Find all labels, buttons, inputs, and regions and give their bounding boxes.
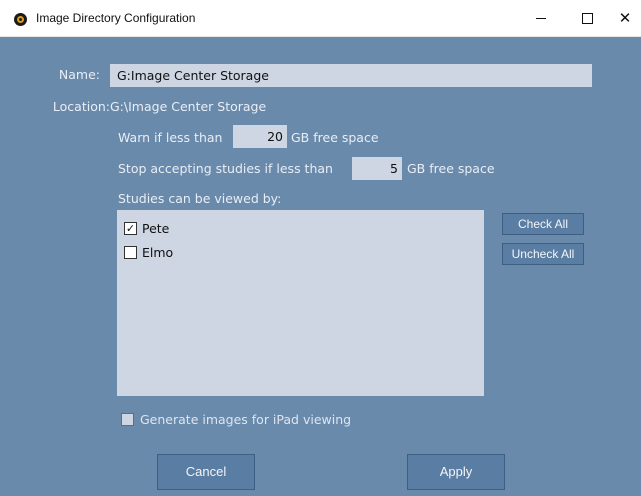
list-item[interactable]: Elmo (124, 243, 173, 261)
viewer-name: Elmo (142, 244, 174, 260)
warn-threshold-label: Warn if less than (118, 130, 223, 145)
name-label: Name: (58, 67, 100, 82)
title-bar: Image Directory Configuration ✕ (0, 0, 641, 37)
stop-threshold-input[interactable]: 5 (352, 157, 402, 180)
viewer-checkbox[interactable] (124, 245, 137, 259)
uncheck-all-button[interactable]: Uncheck All (502, 243, 584, 265)
app-logo-icon (14, 13, 27, 26)
ipad-checkbox[interactable] (121, 412, 134, 426)
viewers-label: Studies can be viewed by: (118, 191, 282, 206)
ipad-option-label: Generate images for iPad viewing (140, 411, 352, 427)
location-value: G:\Image Center Storage (110, 99, 267, 114)
warn-threshold-unit: GB free space (291, 130, 379, 145)
maximize-icon (581, 13, 593, 24)
close-button[interactable]: ✕ (602, 0, 641, 37)
viewer-list[interactable]: ✓ Pete Elmo (117, 210, 484, 396)
list-item[interactable]: ✓ Pete (124, 219, 169, 237)
minimize-button[interactable] (518, 0, 564, 37)
dialog-body: Name: G:Image Center Storage Location: G… (0, 37, 641, 496)
stop-threshold-unit: GB free space (407, 161, 495, 176)
cancel-button[interactable]: Cancel (157, 454, 255, 490)
check-all-button[interactable]: Check All (502, 213, 584, 235)
location-label: Location: (52, 99, 110, 114)
viewer-checkbox[interactable]: ✓ (124, 221, 137, 235)
warn-threshold-input[interactable]: 20 (233, 125, 287, 148)
name-input[interactable]: G:Image Center Storage (110, 64, 592, 87)
ipad-option[interactable]: Generate images for iPad viewing (121, 410, 351, 428)
viewer-name: Pete (142, 220, 170, 236)
apply-button[interactable]: Apply (407, 454, 505, 490)
minimize-icon (536, 18, 546, 19)
stop-threshold-label: Stop accepting studies if less than (118, 161, 333, 176)
close-icon: ✕ (618, 9, 632, 27)
window-title: Image Directory Configuration (36, 11, 196, 25)
